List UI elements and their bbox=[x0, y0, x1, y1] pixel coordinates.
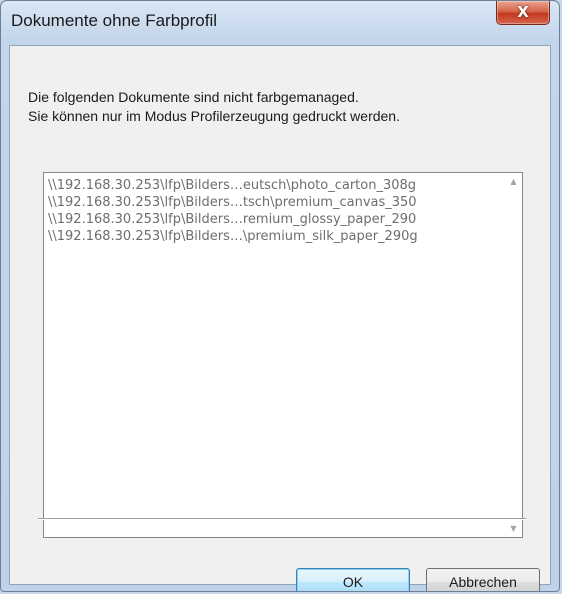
dialog-window: Dokumente ohne Farbprofil X Die folgende… bbox=[0, 0, 560, 592]
message-line-2: Sie können nur im Modus Profilerzeugung … bbox=[28, 108, 400, 124]
message-line-1: Die folgenden Dokumente sind nicht farbg… bbox=[28, 89, 359, 105]
window-title: Dokumente ohne Farbprofil bbox=[11, 11, 218, 30]
list-item[interactable]: \\192.168.30.253\lfp\Bilders…\premium_si… bbox=[48, 228, 502, 245]
scroll-up-icon[interactable]: ▲ bbox=[505, 173, 522, 190]
list-item[interactable]: \\192.168.30.253\lfp\Bilders…remium_glos… bbox=[48, 211, 502, 228]
close-icon: X bbox=[517, 3, 529, 21]
ok-button[interactable]: OK bbox=[296, 568, 410, 591]
separator bbox=[38, 518, 526, 520]
document-list-items: \\192.168.30.253\lfp\Bilders…eutsch\phot… bbox=[48, 177, 502, 537]
dialog-content: Die folgenden Dokumente sind nicht farbg… bbox=[9, 45, 551, 591]
scroll-down-icon[interactable]: ▼ bbox=[505, 520, 522, 537]
message-text: Die folgenden Dokumente sind nicht farbg… bbox=[28, 88, 400, 126]
list-item[interactable]: \\192.168.30.253\lfp\Bilders…tsch\premiu… bbox=[48, 194, 502, 211]
list-item[interactable]: \\192.168.30.253\lfp\Bilders…eutsch\phot… bbox=[48, 177, 502, 194]
vertical-scrollbar[interactable]: ▲ ▼ bbox=[505, 173, 522, 537]
title-bar[interactable]: Dokumente ohne Farbprofil X bbox=[1, 1, 559, 41]
close-button[interactable]: X bbox=[496, 1, 550, 25]
cancel-button[interactable]: Abbrechen bbox=[426, 568, 540, 591]
document-list[interactable]: \\192.168.30.253\lfp\Bilders…eutsch\phot… bbox=[43, 172, 523, 538]
